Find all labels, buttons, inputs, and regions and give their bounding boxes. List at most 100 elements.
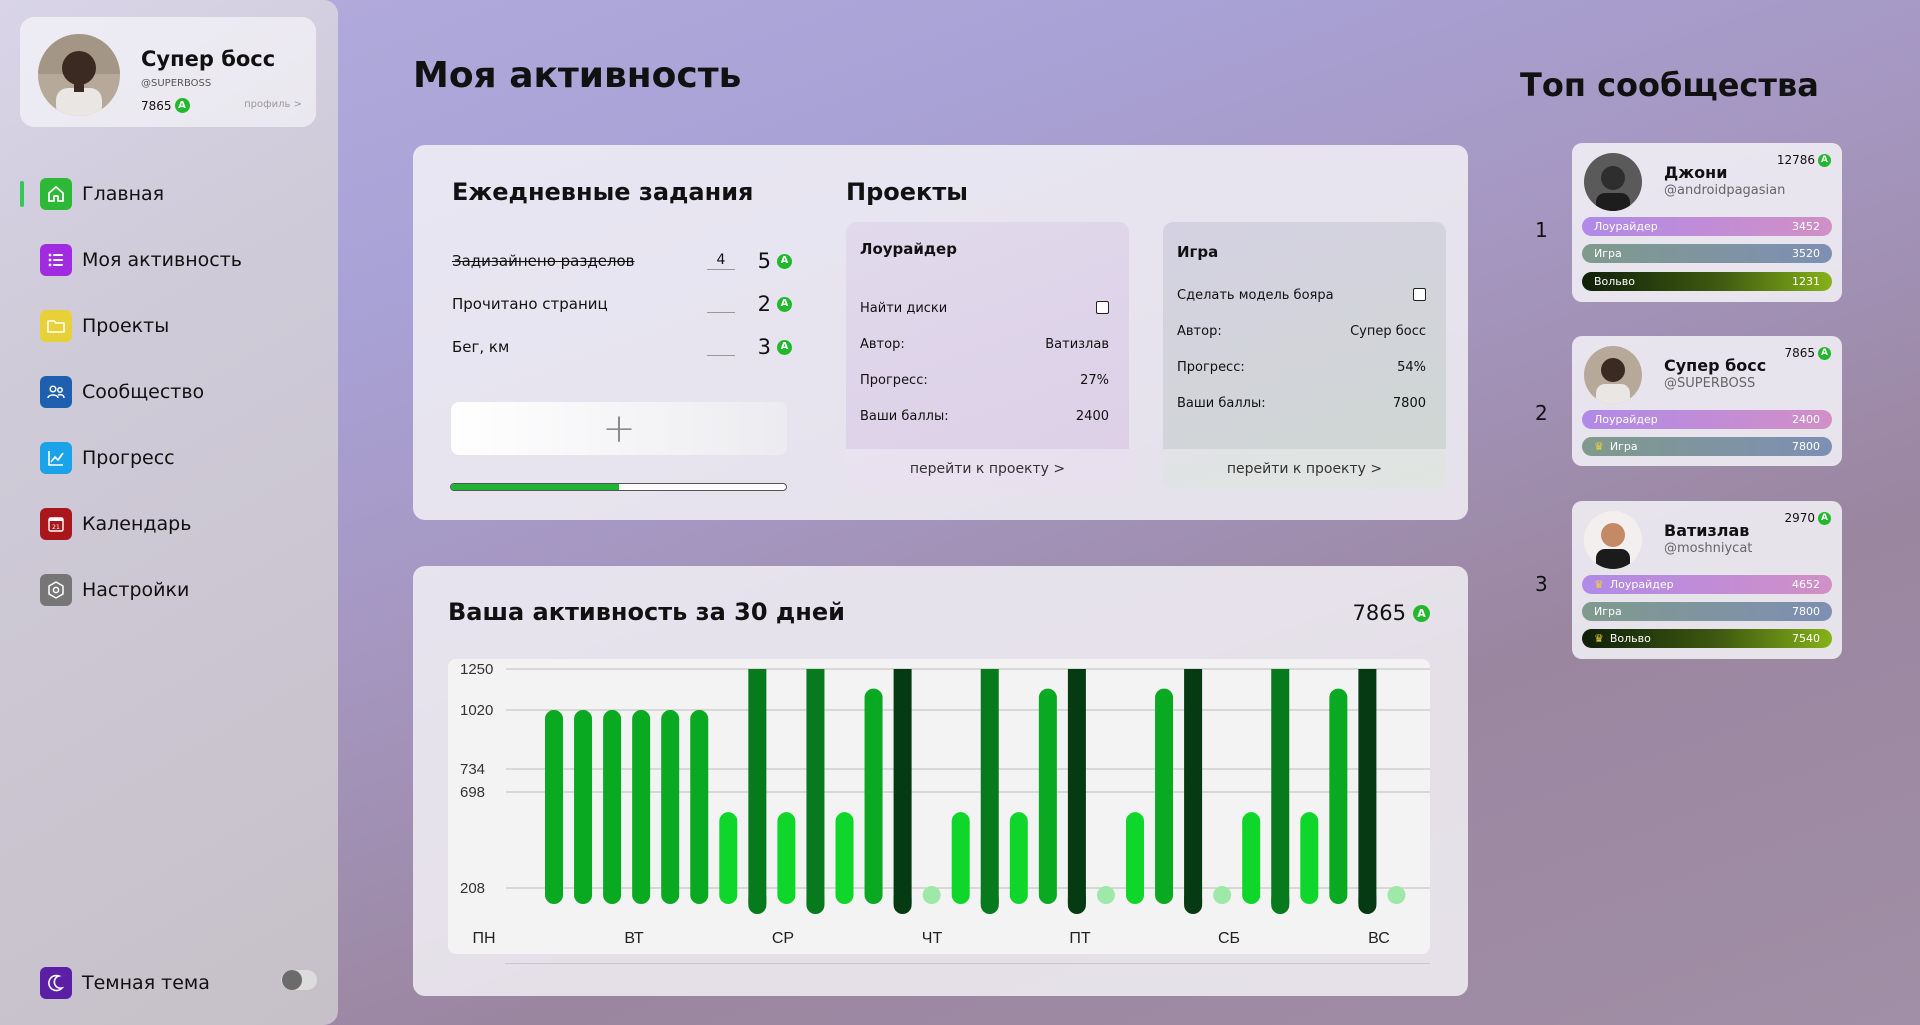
sidebar-item-community[interactable]: Сообщество xyxy=(0,365,338,431)
chart-bar-cap xyxy=(748,889,767,914)
chart-bar-cap xyxy=(1067,889,1086,914)
coin-icon: A xyxy=(1818,153,1831,167)
task-value: 5 xyxy=(757,249,771,273)
add-task-button[interactable]: + xyxy=(451,402,787,455)
member-points-value: 7865 xyxy=(1784,346,1815,360)
chart-bar[interactable] xyxy=(806,669,825,904)
chart-bar[interactable] xyxy=(748,669,767,904)
chart-bar[interactable] xyxy=(1271,669,1290,904)
chart-bar[interactable] xyxy=(574,710,593,904)
community-member-card[interactable]: Джони @androidpagasian 12786 A Лоурайдер… xyxy=(1572,143,1842,302)
pill-label-wrap: ♛ Игра xyxy=(1594,440,1638,453)
sidebar-item-progress[interactable]: Прогресс xyxy=(0,431,338,497)
sidebar-item-activity[interactable]: Моя активность xyxy=(0,233,338,299)
moon-icon xyxy=(40,967,72,999)
chart-bar[interactable] xyxy=(1126,812,1144,904)
chart-bar[interactable] xyxy=(661,710,680,904)
pill-label-wrap: ♛ Лоурайдер xyxy=(1594,578,1674,591)
chart-bar[interactable] xyxy=(1329,688,1348,904)
chart-bottom-line xyxy=(505,963,1430,964)
x-tick-label: СР xyxy=(772,930,794,947)
chart-bar[interactable] xyxy=(1213,886,1232,904)
chart-bar[interactable] xyxy=(1067,669,1086,904)
crown-icon: ♛ xyxy=(1594,440,1604,453)
chart-bar[interactable] xyxy=(951,812,970,904)
chart-bar[interactable] xyxy=(632,710,651,904)
project-author: Ватизлав xyxy=(1045,337,1109,352)
coin-icon: A xyxy=(1413,604,1430,622)
chart-bar[interactable] xyxy=(1387,886,1406,904)
projects-title: Проекты xyxy=(846,178,968,206)
project-task: Сделать модель бояра xyxy=(1177,288,1334,303)
chart-bar[interactable] xyxy=(1155,688,1174,904)
chart-bar[interactable] xyxy=(1242,812,1261,904)
list-icon xyxy=(40,244,72,276)
sidebar-item-calendar[interactable]: 21 Календарь xyxy=(0,497,338,563)
community-title: Топ сообщества xyxy=(1520,66,1819,104)
task-count-input[interactable]: 4 xyxy=(707,252,735,270)
chart-bar-cap xyxy=(980,889,999,914)
coin-icon: A xyxy=(777,339,792,355)
chart-bar[interactable] xyxy=(1184,669,1203,904)
chart-bar[interactable] xyxy=(1358,669,1377,904)
pill-label: Лоурайдер xyxy=(1594,413,1658,426)
project-task-checkbox[interactable] xyxy=(1413,288,1426,301)
chart-bar[interactable] xyxy=(690,710,709,904)
chart-bar[interactable] xyxy=(777,812,796,904)
pill-value: 7800 xyxy=(1792,440,1820,453)
go-to-project-link[interactable]: перейти к проекту > xyxy=(1163,449,1446,489)
task-name: Бег, км xyxy=(452,338,510,356)
sidebar-item-label: Сообщество xyxy=(82,381,205,403)
sidebar-item-label: Настройки xyxy=(82,579,190,601)
project-task-checkbox[interactable] xyxy=(1096,301,1109,314)
chart-bar[interactable] xyxy=(719,812,738,904)
task-row: Задизайнено разделов 4 5 A xyxy=(452,246,792,276)
pill-value: 4652 xyxy=(1792,578,1820,591)
x-tick-label: ПН xyxy=(472,930,495,947)
profile-link[interactable]: профиль > xyxy=(244,99,302,110)
pill-label: Игра xyxy=(1594,247,1622,260)
chart-bar[interactable] xyxy=(835,812,854,904)
chart-bar[interactable] xyxy=(922,886,941,904)
sidebar-item-home[interactable]: Главная xyxy=(0,167,338,233)
chart-bar[interactable] xyxy=(603,710,622,904)
project-author-label: Автор: xyxy=(860,337,905,352)
member-name: Джони xyxy=(1664,163,1728,182)
chart-bar[interactable] xyxy=(1300,812,1319,904)
chart-bar[interactable] xyxy=(545,710,563,904)
task-count-input[interactable] xyxy=(707,295,735,313)
project-points-label: Ваши баллы: xyxy=(860,409,949,424)
member-project-pill: ♛ Вольво 7540 xyxy=(1582,629,1832,648)
task-row: Бег, км 3 A xyxy=(452,332,792,362)
avatar xyxy=(1584,153,1642,211)
chart-bar[interactable] xyxy=(980,669,999,904)
profile-card[interactable]: Супер босс @SUPERBOSS 7865 A профиль > xyxy=(20,17,316,127)
sidebar-item-settings[interactable]: Настройки xyxy=(0,563,338,629)
coin-icon: A xyxy=(1818,346,1831,360)
coin-icon: A xyxy=(777,296,792,312)
community-member-card[interactable]: Ватизлав @moshniycat 2970 A ♛ Лоурайдер 4… xyxy=(1572,501,1842,659)
task-count-input[interactable] xyxy=(707,338,735,356)
chart-bar[interactable] xyxy=(893,669,912,904)
member-project-pill: Лоурайдер 3452 xyxy=(1582,217,1832,236)
x-tick-label: ЧТ xyxy=(922,930,943,947)
task-name: Прочитано страниц xyxy=(452,295,608,313)
chart-bar[interactable] xyxy=(1096,886,1115,904)
activity-total-value: 7865 xyxy=(1352,601,1406,625)
x-tick-label: ВС xyxy=(1368,930,1390,947)
daily-progress-fill xyxy=(451,484,619,490)
community-member-card[interactable]: Супер босс @SUPERBOSS 7865 A Лоурайдер 2… xyxy=(1572,336,1842,466)
sidebar-item-projects[interactable]: Проекты xyxy=(0,299,338,365)
y-tick-label: 1250 xyxy=(460,661,493,678)
member-points: 12786 A xyxy=(1777,153,1831,167)
project-author-row: Автор: Супер босс xyxy=(1177,324,1426,339)
chart-bar[interactable] xyxy=(864,688,883,904)
chart-bar[interactable] xyxy=(1038,688,1057,904)
x-tick-label: ПТ xyxy=(1069,930,1091,947)
dark-theme-toggle[interactable] xyxy=(281,970,317,990)
go-to-project-link[interactable]: перейти к проекту > xyxy=(846,449,1129,489)
chart-bar[interactable] xyxy=(1009,812,1028,904)
project-task-row: Найти диски xyxy=(860,301,1109,316)
sidebar-item-label: Проекты xyxy=(82,315,170,337)
project-author-label: Автор: xyxy=(1177,324,1222,339)
